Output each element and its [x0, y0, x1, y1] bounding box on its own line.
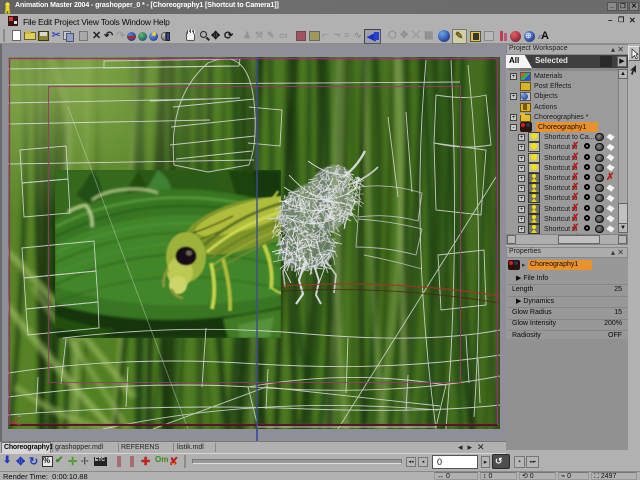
svg-text:z: z — [18, 413, 21, 419]
